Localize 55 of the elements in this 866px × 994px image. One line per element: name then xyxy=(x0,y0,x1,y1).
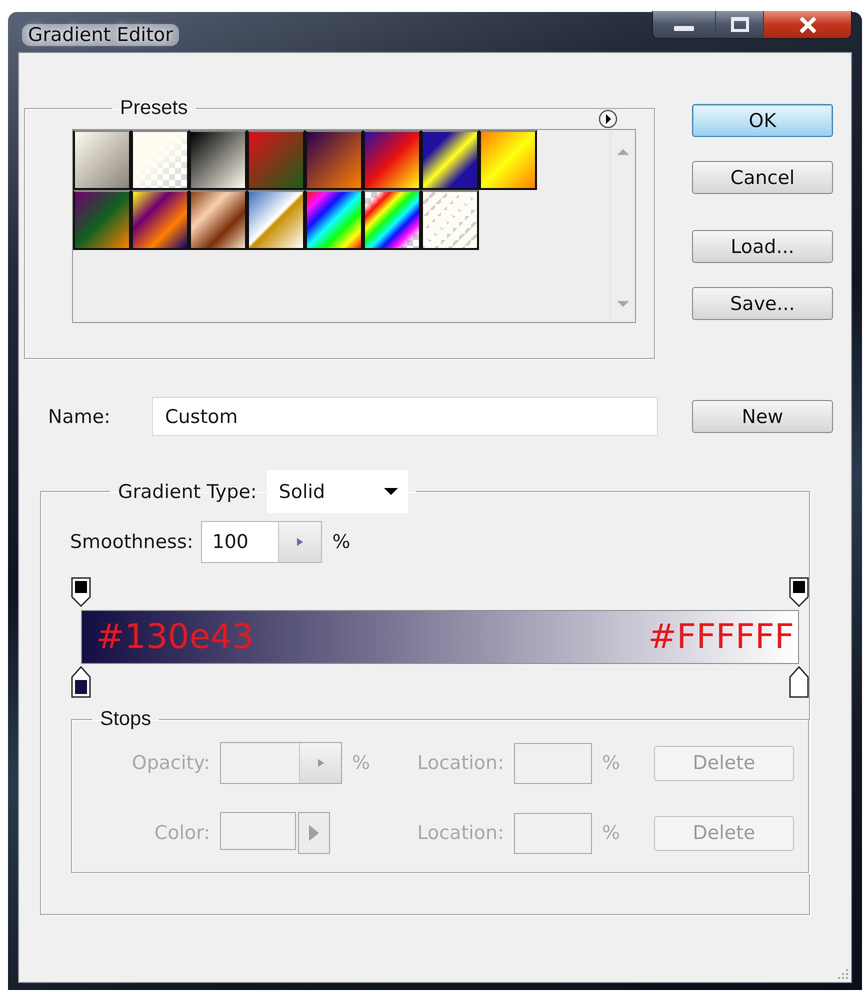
arrow-icon xyxy=(297,538,304,546)
field-label: Opacity: xyxy=(130,752,210,774)
dialog-button[interactable]: OK xyxy=(692,104,833,137)
gradient-swatch[interactable] xyxy=(189,130,247,190)
arrow-icon xyxy=(318,759,324,767)
field-label: Color: xyxy=(153,822,210,844)
gradient-swatch[interactable] xyxy=(247,130,305,190)
group-title: Presets xyxy=(119,97,189,120)
name-field[interactable]: Custom xyxy=(152,397,658,436)
maximize-icon xyxy=(730,17,748,32)
gradient-swatch[interactable] xyxy=(363,130,421,190)
color-code-label: #FFFFFF xyxy=(648,617,794,657)
unit-label: % xyxy=(601,752,622,774)
unit-label: % xyxy=(601,822,622,844)
opacity-stop-marker[interactable] xyxy=(789,577,809,607)
group-title: Stops xyxy=(99,708,152,731)
gradient-swatch[interactable] xyxy=(363,190,421,250)
new-button[interactable]: New xyxy=(692,400,833,433)
gradient-swatch[interactable] xyxy=(73,130,131,190)
arrow-icon xyxy=(309,825,319,841)
maximize-button[interactable] xyxy=(715,11,763,38)
caret-icon xyxy=(384,488,398,496)
gradient-swatch[interactable] xyxy=(131,130,189,190)
minimize-icon xyxy=(674,26,694,31)
close-icon xyxy=(796,16,818,34)
location-label: Location: xyxy=(416,752,504,774)
dialog-button[interactable]: Load... xyxy=(692,230,833,263)
color-stop-marker[interactable] xyxy=(789,666,809,698)
gradient-swatch[interactable] xyxy=(73,190,131,250)
gradient-swatch[interactable] xyxy=(479,130,537,190)
color-code-label: #130e43 xyxy=(96,617,254,657)
smoothness-field[interactable]: 100 xyxy=(201,521,322,563)
gradient-swatch[interactable] xyxy=(305,130,363,190)
dialog-button[interactable]: Save... xyxy=(692,287,833,320)
dialog-button[interactable]: Cancel xyxy=(692,161,833,194)
resize-grip-icon[interactable] xyxy=(837,968,849,980)
gradient-bar[interactable]: #130e43 #FFFFFF xyxy=(81,610,799,664)
unit-label: % xyxy=(351,752,372,774)
location-label: Location: xyxy=(416,822,504,844)
name-label: Name: xyxy=(48,406,112,428)
gradient-swatch[interactable] xyxy=(189,190,247,250)
gradient-swatch[interactable] xyxy=(305,190,363,250)
gradient-swatch[interactable] xyxy=(421,130,479,190)
close-button[interactable] xyxy=(763,11,851,38)
unit-label: % xyxy=(332,531,350,553)
minimize-button[interactable] xyxy=(653,11,715,38)
flyout-menu-icon[interactable] xyxy=(598,109,618,129)
color-stop-marker[interactable] xyxy=(71,666,91,698)
gradient-swatch[interactable] xyxy=(421,190,479,250)
gradient-swatch[interactable] xyxy=(247,190,305,250)
gradient-type-dropdown[interactable]: Solid xyxy=(266,470,408,513)
opacity-stop-marker[interactable] xyxy=(71,577,91,607)
smoothness-label: Smoothness: xyxy=(70,531,194,553)
gradient-swatch[interactable] xyxy=(131,190,189,250)
gradient-type-label: Gradient Type: xyxy=(118,480,257,502)
